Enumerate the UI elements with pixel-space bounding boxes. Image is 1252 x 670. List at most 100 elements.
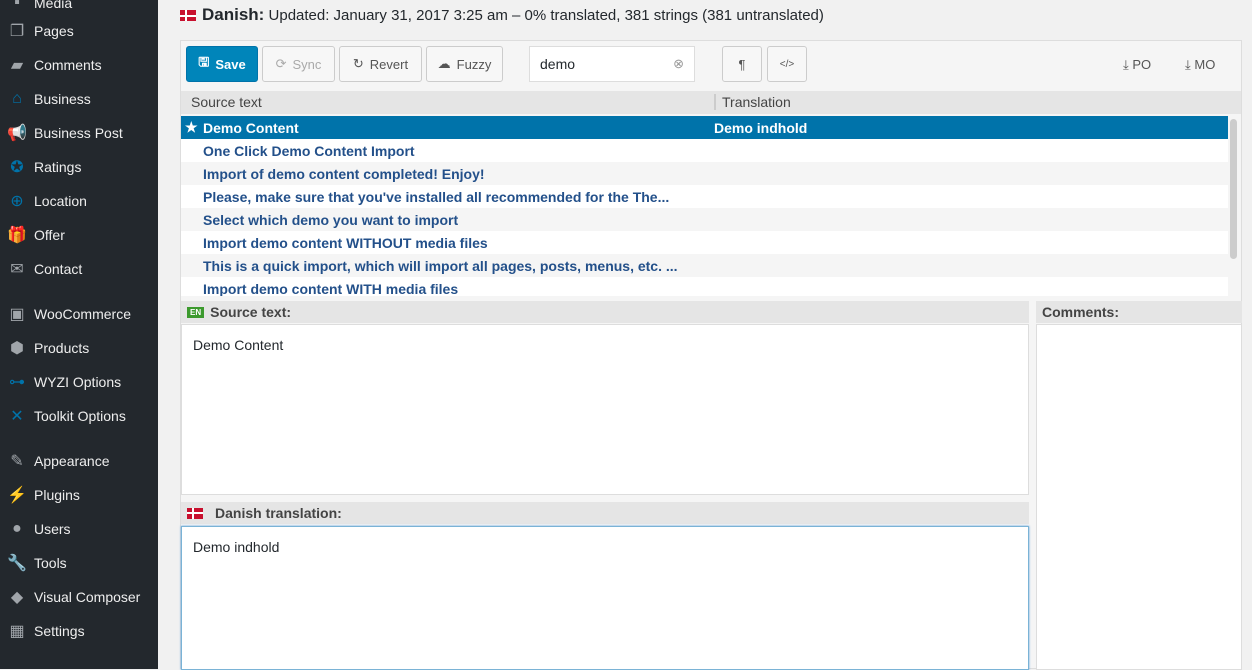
search-input[interactable]: demo ⊗ bbox=[529, 46, 695, 82]
po-label: PO bbox=[1132, 57, 1152, 72]
list-item[interactable]: Select which demo you want to import bbox=[181, 208, 1228, 231]
sync-button[interactable]: ⟳ Sync bbox=[262, 46, 335, 82]
wrench-icon: 🔧 bbox=[7, 555, 27, 572]
sidebar-item-woocommerce[interactable]: ▣ WooCommerce bbox=[0, 297, 158, 331]
sidebar-item-label: Visual Composer bbox=[34, 589, 141, 605]
sidebar-item-pages[interactable]: ❐ Pages bbox=[0, 14, 158, 48]
vc-icon: ◆ bbox=[10, 589, 24, 606]
translation-cell: Demo indhold bbox=[714, 119, 808, 136]
sync-icon: ⟳ bbox=[275, 56, 287, 71]
string-list: ★ Demo Content Demo indhold One Click Demo … bbox=[181, 116, 1228, 296]
list-item[interactable]: Import demo content WITH media files bbox=[181, 277, 1228, 297]
sidebar-item-toolkit-options[interactable]: ✕ Toolkit Options bbox=[0, 399, 158, 433]
comments-label: Comments: bbox=[1042, 304, 1120, 320]
sidebar-item-label: Settings bbox=[34, 623, 85, 639]
sidebar-item-offer[interactable]: 🎁 Offer bbox=[0, 218, 158, 252]
danish-flag-icon bbox=[180, 10, 196, 21]
comments-pane[interactable] bbox=[1036, 324, 1242, 670]
sidebar-item-visual-composer[interactable]: ◆ Visual Composer bbox=[0, 580, 158, 614]
user-icon: ● bbox=[12, 520, 22, 537]
sidebar-item-settings[interactable]: ▦ Settings bbox=[0, 614, 158, 648]
sidebar-item-wyzi-options[interactable]: ⊶ WYZI Options bbox=[0, 365, 158, 399]
sidebar-item-ratings[interactable]: ✪ Ratings bbox=[0, 150, 158, 184]
en-badge: EN bbox=[187, 306, 205, 318]
revert-label: Revert bbox=[369, 56, 409, 72]
sidebar-item-label: Pages bbox=[34, 23, 74, 39]
danish-flag-icon bbox=[187, 507, 203, 519]
page-title: Danish: Updated: January 31, 2017 3:25 a… bbox=[180, 5, 824, 25]
list-item[interactable]: One Click Demo Content Import bbox=[181, 139, 1228, 162]
sidebar-item-appearance[interactable]: ✎ Appearance bbox=[0, 444, 158, 478]
list-item[interactable]: This is a quick import, which will impor… bbox=[181, 254, 1228, 277]
toggle-icon: ⊶ bbox=[9, 374, 25, 391]
sidebar-item-users[interactable]: ● Users bbox=[0, 512, 158, 546]
source-cell: This is a quick import, which will impor… bbox=[203, 257, 678, 274]
clear-search-icon[interactable]: ⊗ bbox=[673, 56, 684, 72]
sidebar-item-label: Contact bbox=[34, 261, 83, 277]
cloud-icon: ☁ bbox=[437, 56, 451, 71]
pages-icon: ❐ bbox=[9, 23, 25, 40]
sidebar-item-label: Users bbox=[34, 521, 71, 537]
sidebar-item-contact[interactable]: ✉ Contact bbox=[0, 252, 158, 286]
list-item[interactable]: ★ Demo Content Demo indhold bbox=[181, 116, 1228, 139]
sidebar-item-location[interactable]: ⊕ Location bbox=[0, 184, 158, 218]
revert-button[interactable]: ↻ Revert bbox=[339, 46, 422, 82]
admin-sidebar: ▪ Media ❐ Pages ▰ Comments ⌂ Business 📢 Business … bbox=[0, 0, 158, 669]
language-name: Danish: bbox=[202, 5, 265, 24]
sidebar-item-label: WYZI Options bbox=[34, 374, 122, 390]
woo-icon: ▣ bbox=[9, 306, 25, 323]
source-cell: Demo Content bbox=[203, 119, 299, 136]
plugin-icon: ⚡ bbox=[7, 487, 27, 504]
sidebar-item-tools[interactable]: 🔧 Tools bbox=[0, 546, 158, 580]
invisibles-button[interactable]: ¶ bbox=[722, 46, 762, 82]
sidebar-item-plugins[interactable]: ⚡ Plugins bbox=[0, 478, 158, 512]
sidebar-item-comments[interactable]: ▰ Comments bbox=[0, 48, 158, 82]
download-mo-button[interactable]: ⤓ MO bbox=[1185, 57, 1215, 73]
megaphone-icon: 📢 bbox=[7, 125, 27, 142]
source-text: Demo Content bbox=[193, 337, 284, 353]
save-label: Save bbox=[215, 56, 246, 72]
column-source[interactable]: Source text bbox=[191, 94, 262, 110]
code-view-button[interactable]: </> bbox=[767, 46, 807, 82]
store-icon: ⌂ bbox=[12, 90, 22, 107]
sidebar-item-label: Location bbox=[34, 193, 87, 209]
fuzzy-button[interactable]: ☁ Fuzzy bbox=[426, 46, 503, 82]
translation-text: Demo indhold bbox=[193, 539, 280, 555]
sidebar-item-label: Media bbox=[34, 0, 73, 11]
sidebar-item-label: WooCommerce bbox=[34, 306, 131, 322]
sidebar-item-label: Comments bbox=[34, 57, 102, 73]
column-translation[interactable]: Translation bbox=[714, 94, 791, 110]
sidebar-item-business-post[interactable]: 📢 Business Post bbox=[0, 116, 158, 150]
sidebar-item-label: Tools bbox=[34, 555, 67, 571]
translation-textarea[interactable]: Demo indhold bbox=[181, 526, 1029, 670]
sidebar-item-products[interactable]: ⬢ Products bbox=[0, 331, 158, 365]
envelope-icon: ✉ bbox=[10, 261, 24, 278]
source-cell: Import of demo content completed! Enjoy! bbox=[203, 165, 485, 182]
source-cell: Import demo content WITH media files bbox=[203, 280, 459, 297]
sidebar-item-label: Offer bbox=[34, 227, 65, 243]
star-icon: ✪ bbox=[10, 159, 24, 176]
sidebar-item-label: Business Post bbox=[34, 125, 123, 141]
list-item[interactable]: Import of demo content completed! Enjoy! bbox=[181, 162, 1228, 185]
sidebar-item-label: Appearance bbox=[34, 453, 110, 469]
list-scrollbar[interactable] bbox=[1230, 119, 1237, 259]
download-po-button[interactable]: ⤓ PO bbox=[1123, 57, 1151, 73]
sidebar-item-label: Products bbox=[34, 340, 90, 356]
star-icon: ★ bbox=[185, 119, 198, 135]
sidebar-item-business[interactable]: ⌂ Business bbox=[0, 82, 158, 116]
list-item[interactable]: Please, make sure that you've installed … bbox=[181, 185, 1228, 208]
tools-icon: ✕ bbox=[10, 408, 24, 425]
comments-header: Comments: bbox=[1036, 301, 1242, 323]
mo-label: MO bbox=[1194, 57, 1216, 72]
translation-label: Danish translation: bbox=[215, 505, 342, 521]
sidebar-item-label: Ratings bbox=[34, 159, 82, 175]
list-item[interactable]: Import demo content WITHOUT media files bbox=[181, 231, 1228, 254]
settings-icon: ▦ bbox=[9, 623, 25, 640]
media-icon: ▪ bbox=[14, 0, 20, 11]
revert-icon: ↻ bbox=[352, 56, 364, 71]
main-content: Danish: Updated: January 31, 2017 3:25 a… bbox=[158, 0, 1252, 670]
sidebar-item-label: Toolkit Options bbox=[34, 408, 126, 424]
translation-header: Danish translation: bbox=[181, 502, 1029, 524]
save-button[interactable]: 🖫 Save bbox=[186, 46, 258, 82]
search-value: demo bbox=[540, 56, 576, 72]
